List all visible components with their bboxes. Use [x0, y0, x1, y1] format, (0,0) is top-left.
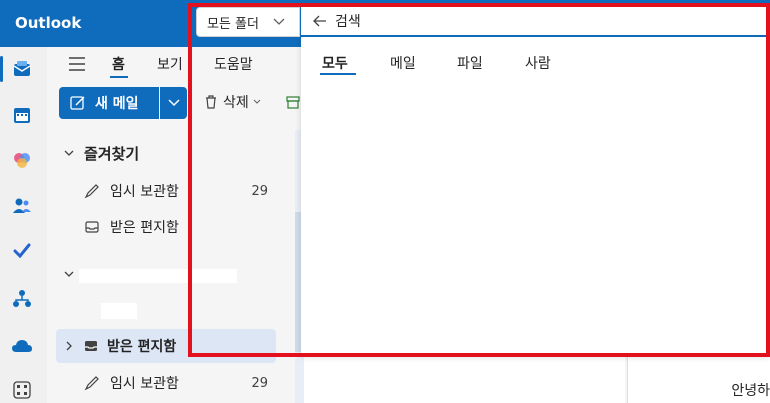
folder-label: 받은 편지함 [110, 220, 179, 236]
delete-button[interactable]: 삭제 [203, 92, 261, 112]
delete-label: 삭제 [223, 95, 249, 111]
search-input[interactable]: 검색 [301, 7, 770, 37]
folder-label: 임시 보관함 [110, 376, 179, 392]
search-placeholder: 검색 [335, 14, 361, 30]
inbox-icon [85, 341, 97, 351]
new-mail-button[interactable]: 새 메일 [59, 87, 159, 119]
drafts-icon [84, 376, 99, 391]
onedrive-icon[interactable] [10, 334, 34, 358]
app-title[interactable]: Outlook [15, 14, 81, 32]
search-tab-people[interactable]: 사람 [525, 53, 551, 73]
drafts-icon [84, 184, 99, 199]
folder-item-inbox[interactable]: 받은 편지함 [56, 210, 276, 244]
chevron-down-icon [64, 271, 74, 277]
tab-help[interactable]: 도움말 [214, 54, 253, 74]
compose-icon [70, 96, 85, 110]
new-mail-label: 새 메일 [95, 96, 139, 112]
favorites-label: 즐겨찾기 [84, 144, 140, 163]
tab-view[interactable]: 보기 [157, 54, 183, 74]
chevron-down-icon [167, 99, 180, 107]
folder-item-inbox-selected[interactable]: 받은 편지함 [56, 329, 276, 363]
org-icon[interactable] [10, 287, 34, 311]
people-icon[interactable] [10, 194, 34, 218]
chevron-down-icon [64, 150, 74, 156]
tab-home-underline [110, 76, 128, 78]
search-tab-underline [320, 73, 356, 75]
todo-icon[interactable] [10, 239, 34, 263]
archive-icon[interactable] [286, 95, 300, 113]
search-suggestions-panel: 모두 메일 파일 사람 [301, 37, 770, 355]
chevron-down-icon [273, 18, 285, 25]
search-scope-label: 모든 폴더 [207, 16, 259, 32]
back-arrow-icon[interactable] [313, 15, 327, 27]
search-tab-files[interactable]: 파일 [457, 53, 483, 73]
new-mail-dropdown-button[interactable] [160, 87, 187, 119]
redacted-account-sub [101, 303, 137, 319]
folder-item-drafts[interactable]: 임시 보관함 29 [56, 174, 276, 208]
app-rail [0, 47, 47, 403]
rail-active-indicator [0, 56, 3, 82]
folder-count: 29 [251, 183, 268, 199]
redacted-account-name [79, 269, 237, 283]
hamburger-menu-icon[interactable] [66, 54, 88, 74]
chevron-right-icon [66, 341, 72, 351]
search-tab-all[interactable]: 모두 [322, 53, 348, 73]
favorites-header[interactable]: 즐겨찾기 [56, 136, 276, 170]
inbox-icon [85, 221, 99, 233]
copilot-icon[interactable] [10, 148, 34, 172]
tab-home[interactable]: 홈 [112, 54, 125, 74]
search-scope-select[interactable]: 모든 폴더 [196, 7, 300, 37]
trash-icon [206, 95, 216, 109]
search-tab-mail[interactable]: 메일 [390, 53, 416, 73]
calendar-icon[interactable] [10, 103, 34, 127]
reading-preview-text: 안녕하 [731, 383, 770, 399]
mail-icon[interactable] [10, 57, 34, 81]
folder-item-drafts-2[interactable]: 임시 보관함 29 [56, 366, 276, 400]
folder-label: 받은 편지함 [107, 339, 177, 355]
chevron-down-icon [253, 99, 261, 104]
folder-count: 29 [251, 375, 268, 391]
folder-label: 임시 보관함 [110, 184, 179, 200]
apps-icon[interactable] [10, 378, 34, 402]
folder-pane: 즐겨찾기 임시 보관함 29 받은 편지함 받은 편지함 임시 보관함 29 [47, 130, 295, 403]
